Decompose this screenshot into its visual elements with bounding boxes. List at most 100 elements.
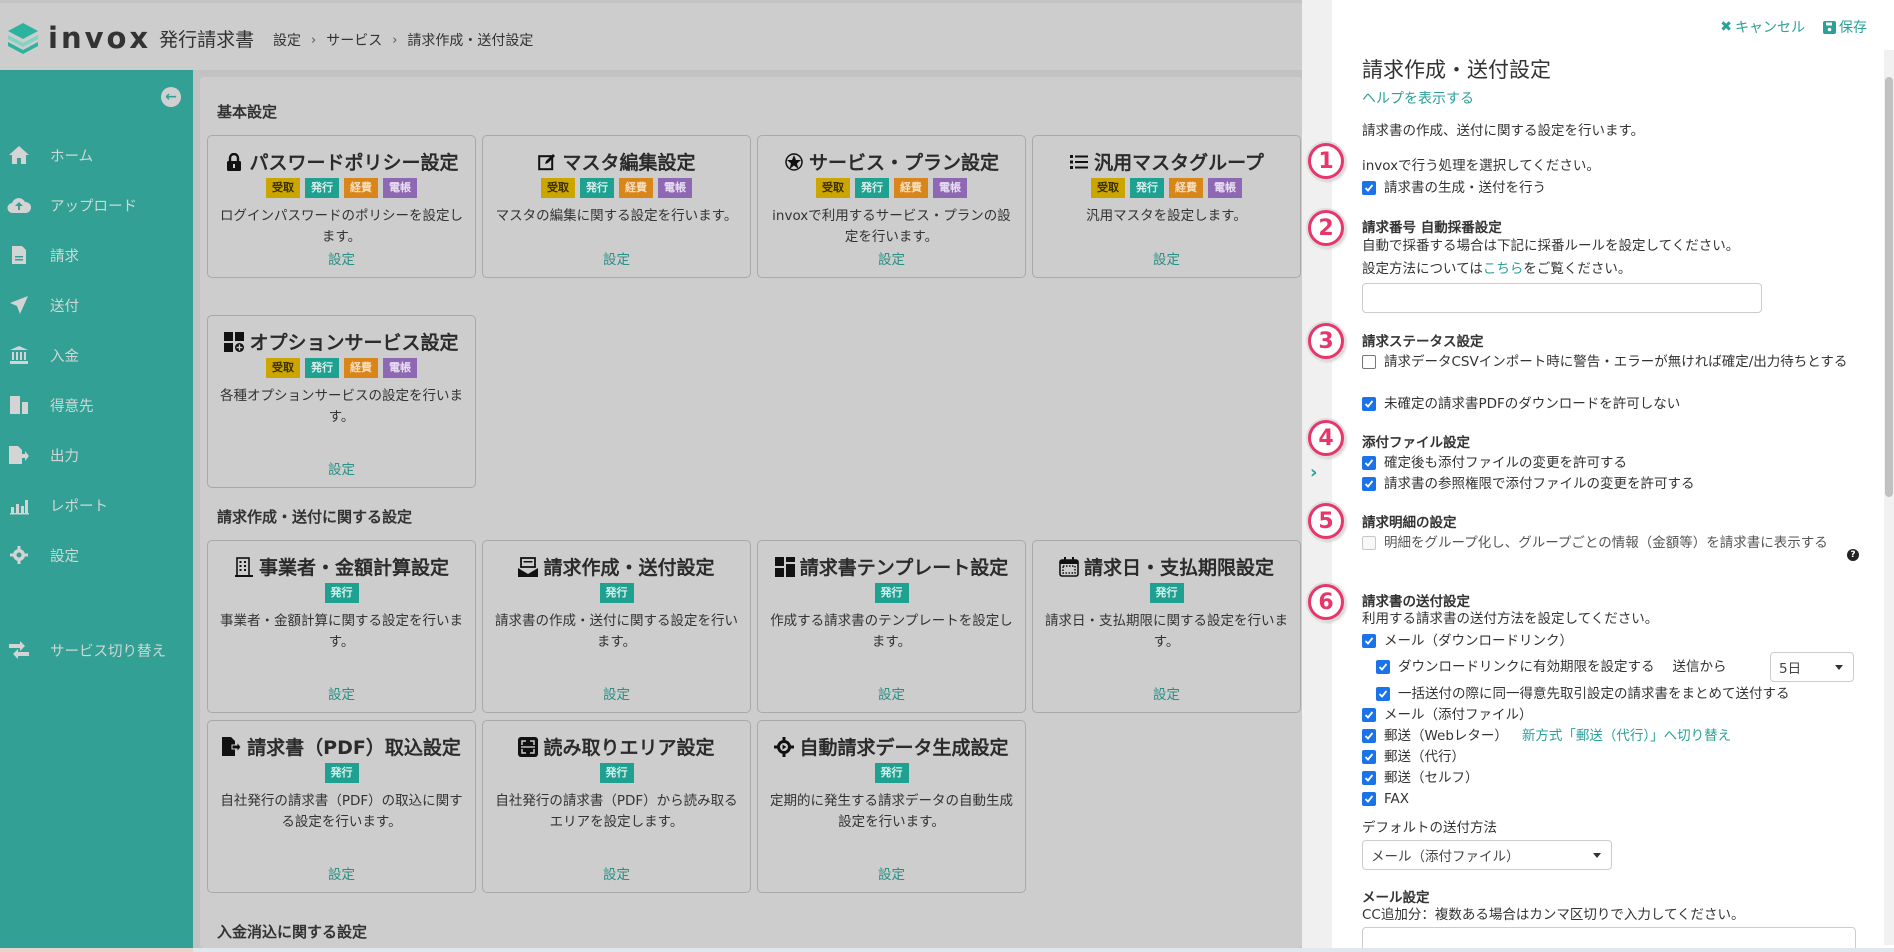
card-settings-link[interactable]: 設定 <box>758 683 1025 703</box>
checkbox-checked[interactable] <box>1362 397 1376 411</box>
default-method-select[interactable]: メール（添付ファイル） <box>1362 840 1612 870</box>
app-logo[interactable]: invox 発行請求書 <box>6 21 254 55</box>
service-badges: 受取 発行 経費 電帳 <box>483 178 750 198</box>
card-description: invoxで利用するサービス・プランの設定を行います。 <box>772 208 1011 245</box>
edit-icon <box>537 152 557 172</box>
badge-recv: 受取 <box>816 178 850 198</box>
bank-icon <box>7 344 31 366</box>
checkbox-checked[interactable] <box>1376 660 1390 674</box>
card-settings-link[interactable]: 設定 <box>758 863 1025 883</box>
checkbox-checked[interactable] <box>1362 634 1376 648</box>
cancel-button[interactable]: ✖ キャンセル <box>1720 17 1805 37</box>
checkbox-label: 郵送（Webレター） <box>1384 728 1508 744</box>
grid-plus-icon <box>224 331 245 352</box>
here-link[interactable]: こちら <box>1483 261 1524 277</box>
sidebar-item-send[interactable]: 送付 <box>0 280 193 330</box>
help-link[interactable]: ヘルプを表示する <box>1362 88 1474 108</box>
settings-card: 請求作成・送付設定 発行 請求書の作成・送付に関する設定を行います。 設定 <box>482 540 751 713</box>
sidebar-item-report[interactable]: レポート <box>0 480 193 530</box>
method-mail-link-row[interactable]: メール（ダウンロードリンク） <box>1362 631 1573 651</box>
checkbox-checked[interactable] <box>1362 456 1376 470</box>
step-number-badge: 1 <box>1308 143 1344 179</box>
attachment-after-confirm-checkbox-row[interactable]: 確定後も添付ファイルの変更を許可する <box>1362 453 1627 473</box>
caret-down-icon <box>1835 665 1843 670</box>
question-circle-icon[interactable]: ? <box>1847 549 1859 561</box>
card-settings-link[interactable]: 設定 <box>483 863 750 883</box>
checkbox-label: 郵送（代行） <box>1384 749 1465 765</box>
badge-issue: 発行 <box>1149 583 1184 603</box>
checkbox-unchecked[interactable] <box>1362 355 1376 369</box>
floppy-disk-icon <box>1823 20 1836 34</box>
badge-issue: 発行 <box>324 763 359 783</box>
settings-card: オプションサービス設定 受取 発行 経費 電帳 各種オプションサービスの設定を行います… <box>207 315 476 488</box>
card-settings-link[interactable]: 設定 <box>483 683 750 703</box>
service-badges: 受取 発行 経費 電帳 <box>208 358 475 378</box>
checkbox-checked[interactable] <box>1362 181 1376 195</box>
card-settings-link[interactable]: 設定 <box>208 863 475 883</box>
checkbox-label: 明細をグループ化し、グループごとの情報（金額等）を請求書に表示する <box>1384 535 1828 551</box>
method-bulk-send-row[interactable]: 一括送付の際に同一得意先取引設定の請求書をまとめて送付する <box>1376 684 1790 704</box>
card-settings-link[interactable]: 設定 <box>758 248 1025 268</box>
checkbox-checked[interactable] <box>1376 687 1390 701</box>
section-heading: メール設定 <box>1362 890 1430 906</box>
sidebar-item-payment[interactable]: 入金 <box>0 330 193 380</box>
sidebar-item-export[interactable]: 出力 <box>0 430 193 480</box>
building-icon <box>7 394 31 416</box>
sidebar-item-invoice[interactable]: 請求 <box>0 230 193 280</box>
service-badges: 発行 <box>483 583 750 603</box>
sidebar-item-settings[interactable]: 設定 <box>0 530 193 580</box>
checkbox-label: メール（添付ファイル） <box>1384 707 1533 723</box>
checkbox-checked[interactable] <box>1362 750 1376 764</box>
breadcrumb-item[interactable]: サービス <box>326 30 382 50</box>
gear-icon <box>7 544 31 566</box>
checkbox-checked[interactable] <box>1362 708 1376 722</box>
card-description: 定期的に発生する請求データの自動生成設定を行います。 <box>770 793 1013 830</box>
checkbox-checked[interactable] <box>1362 477 1376 491</box>
service-badges: 発行 <box>1033 583 1300 603</box>
settings-card: サービス・プラン設定 受取 発行 経費 電帳 invoxで利用するサービス・プランの設… <box>757 135 1026 278</box>
step-number-badge: 2 <box>1308 210 1344 246</box>
method-fax-row[interactable]: FAX <box>1362 789 1409 809</box>
badge-issue: 発行 <box>874 763 909 783</box>
attachment-view-permission-checkbox-row[interactable]: 請求書の参照権限で添付ファイルの変更を許可する <box>1362 474 1695 494</box>
sidebar-collapse-button[interactable]: ← <box>161 87 181 107</box>
method-webletter-row[interactable]: 郵送（Webレター） 新方式「郵送（代行）」へ切り替え <box>1362 726 1731 746</box>
csv-import-checkbox-row[interactable]: 請求データCSVインポート時に警告・エラーが無ければ確定/出力待ちとする <box>1362 352 1852 372</box>
card-settings-link[interactable]: 設定 <box>208 683 475 703</box>
numbering-rule-input[interactable] <box>1362 283 1762 313</box>
home-icon <box>7 144 31 166</box>
badge-expense: 経費 <box>344 178 378 198</box>
select-value: 5日 <box>1779 661 1802 677</box>
sidebar-item-customers[interactable]: 得意先 <box>0 380 193 430</box>
sidebar-item-service-switch[interactable]: サービス切り替え <box>0 625 193 675</box>
card-settings-link[interactable]: 設定 <box>1033 248 1300 268</box>
pdf-download-checkbox-row[interactable]: 未確定の請求書PDFのダウンロードを許可しない <box>1362 394 1680 414</box>
breadcrumb-item[interactable]: 設定 <box>273 30 301 50</box>
checkbox-checked[interactable] <box>1362 792 1376 806</box>
generate-send-checkbox-row[interactable]: 請求書の生成・送付を行う <box>1362 178 1546 198</box>
badge-recv: 受取 <box>1091 178 1125 198</box>
card-settings-link[interactable]: 設定 <box>483 248 750 268</box>
checkbox-checked[interactable] <box>1362 729 1376 743</box>
badge-issue: 発行 <box>305 358 339 378</box>
card-settings-link[interactable]: 設定 <box>1033 683 1300 703</box>
scrollbar-thumb[interactable] <box>1885 77 1893 497</box>
card-settings-link[interactable]: 設定 <box>208 458 475 478</box>
switch-to-new-mail-link[interactable]: 新方式「郵送（代行）」へ切り替え <box>1522 726 1731 746</box>
sidebar-item-home[interactable]: ホーム <box>0 130 193 180</box>
service-badges: 発行 <box>208 583 475 603</box>
sidebar-item-upload[interactable]: アップロード <box>0 180 193 230</box>
checkbox-checked[interactable] <box>1362 771 1376 785</box>
method-mail-attach-row[interactable]: メール（添付ファイル） <box>1362 705 1533 725</box>
method-link-expiry-row[interactable]: ダウンロードリンクに有効期限を設定する 送信から <box>1376 657 1727 677</box>
scan-area-icon <box>518 736 539 757</box>
method-mail-self-row[interactable]: 郵送（セルフ） <box>1362 768 1479 788</box>
badge-ledger: 電帳 <box>933 178 967 198</box>
card-settings-link[interactable]: 設定 <box>208 248 475 268</box>
chevron-right-icon[interactable]: › <box>1310 462 1317 483</box>
service-badges: 受取 発行 経費 電帳 <box>208 178 475 198</box>
drawer-scrollbar[interactable] <box>1884 50 1894 945</box>
expiry-days-select[interactable]: 5日 <box>1770 652 1854 682</box>
save-button[interactable]: 保存 <box>1823 17 1867 37</box>
method-mail-agent-row[interactable]: 郵送（代行） <box>1362 747 1465 767</box>
